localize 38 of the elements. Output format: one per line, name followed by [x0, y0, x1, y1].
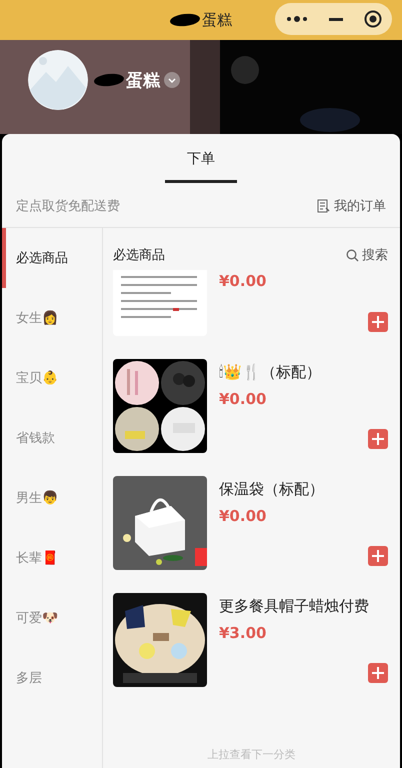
more-icon[interactable]: [286, 15, 308, 23]
add-button[interactable]: [368, 312, 388, 332]
category-item[interactable]: 长辈🧧: [2, 528, 102, 588]
orders-link[interactable]: 我的订单: [317, 197, 386, 215]
add-button[interactable]: [368, 546, 388, 566]
add-button[interactable]: [368, 429, 388, 449]
window-title: 蛋糕: [202, 10, 232, 30]
plus-icon: [372, 316, 384, 328]
shop-name: 蛋糕: [126, 70, 160, 92]
product-price: ¥0.00: [219, 272, 268, 290]
category-item[interactable]: 多层: [2, 648, 102, 708]
search-button[interactable]: 搜索: [346, 246, 388, 264]
pull-up-hint: 上拉查看下一分类: [206, 747, 296, 763]
product-price: ¥0.00: [219, 507, 268, 525]
category-item[interactable]: 女生👩: [2, 288, 102, 348]
plus-icon: [372, 550, 384, 562]
chevron-down-icon[interactable]: [164, 72, 180, 88]
plus-icon: [372, 667, 384, 679]
product-title: 更多餐具帽子蜡烛付费: [219, 597, 370, 616]
add-button[interactable]: [368, 663, 388, 683]
category-item[interactable]: 必选商品: [2, 228, 102, 288]
avatar-placeholder-icon: [28, 50, 88, 110]
product-price: ¥3.00: [219, 624, 268, 642]
notice-text: 定点取货免配送费: [16, 198, 120, 215]
category-item[interactable]: 宝贝👶: [2, 348, 102, 408]
tab[interactable]: 下单: [165, 148, 237, 183]
minimize-icon[interactable]: [328, 18, 342, 20]
product-title: 🕯👑🍴（标配）: [219, 363, 322, 382]
product-title: 保温袋（标配）: [219, 480, 325, 499]
close-icon[interactable]: [364, 10, 382, 28]
category-item[interactable]: 省钱款: [2, 408, 102, 468]
search-icon: [346, 248, 359, 262]
plus-icon: [372, 433, 384, 445]
receipt-icon: [317, 199, 330, 213]
section-title: 必选商品: [113, 247, 165, 264]
category-item[interactable]: 可爱🐶: [2, 588, 102, 648]
product-price: ¥0.00: [219, 390, 268, 408]
category-item[interactable]: 男生👦: [2, 468, 102, 528]
